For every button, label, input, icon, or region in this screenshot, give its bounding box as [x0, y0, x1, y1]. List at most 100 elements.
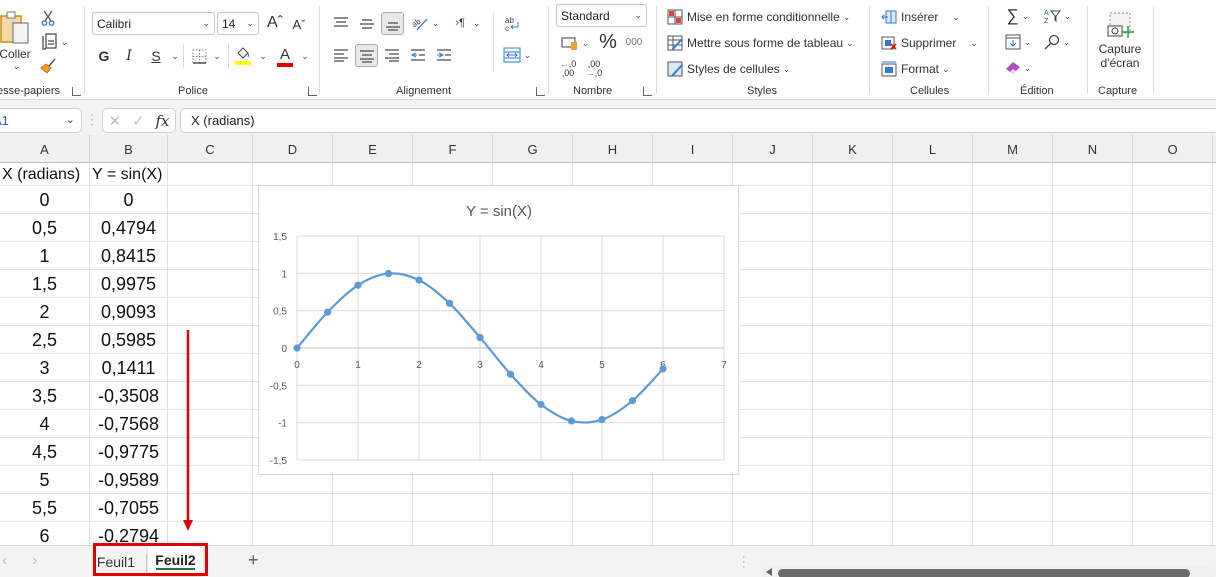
empty-cell[interactable]: [893, 354, 973, 382]
empty-cell[interactable]: [1053, 466, 1133, 494]
data-point[interactable]: [506, 370, 515, 378]
empty-cell[interactable]: [1053, 242, 1133, 270]
empty-cell[interactable]: [893, 466, 973, 494]
empty-cell[interactable]: [253, 522, 333, 545]
empty-cell[interactable]: [733, 466, 813, 494]
cell-y-value[interactable]: -0,7055: [90, 494, 168, 522]
empty-cell[interactable]: [1133, 522, 1213, 545]
cell-y-value[interactable]: -0,2794: [90, 522, 168, 545]
cell-y-value[interactable]: -0,9775: [90, 438, 168, 466]
data-point[interactable]: [567, 417, 576, 425]
scroll-tabs-right-icon[interactable]: ›: [32, 552, 37, 570]
empty-cell[interactable]: [733, 163, 813, 186]
borders-chevron-icon[interactable]: ⌄: [211, 48, 223, 64]
fill-color-chevron-icon[interactable]: ⌄: [257, 48, 269, 64]
cell-x-value[interactable]: 1,5: [0, 270, 90, 298]
horizontal-scrollbar[interactable]: [762, 566, 1216, 577]
empty-cell[interactable]: [973, 438, 1053, 466]
empty-cell[interactable]: [973, 354, 1053, 382]
alignment-launcher-icon[interactable]: [536, 87, 545, 96]
empty-cell[interactable]: [813, 438, 893, 466]
data-point[interactable]: [628, 397, 637, 405]
empty-cell[interactable]: [333, 163, 413, 186]
align-right-button[interactable]: [381, 44, 403, 66]
empty-cell[interactable]: [573, 163, 653, 186]
empty-cell[interactable]: [733, 186, 813, 214]
empty-cell[interactable]: [973, 382, 1053, 410]
cell-y-value[interactable]: -0,3508: [90, 382, 168, 410]
column-header-g[interactable]: G: [493, 135, 573, 163]
empty-cell[interactable]: [1053, 186, 1133, 214]
font-color-chevron-icon[interactable]: ⌄: [299, 48, 311, 64]
empty-cell[interactable]: [733, 242, 813, 270]
cell-x-value[interactable]: 0,5: [0, 214, 90, 242]
bold-button[interactable]: G: [94, 45, 114, 67]
empty-cell[interactable]: [893, 410, 973, 438]
empty-cell[interactable]: [653, 522, 733, 545]
empty-cell[interactable]: [893, 163, 973, 186]
cell-styles-button[interactable]: Styles de cellules ⌄: [667, 59, 790, 79]
empty-cell[interactable]: [893, 326, 973, 354]
empty-cell[interactable]: [168, 494, 253, 522]
empty-cell[interactable]: [168, 522, 253, 545]
empty-cell[interactable]: [1053, 494, 1133, 522]
column-header-k[interactable]: K: [813, 135, 893, 163]
tab-split-grip-icon[interactable]: · · ·: [742, 552, 746, 573]
empty-cell[interactable]: [893, 494, 973, 522]
cell-y-value[interactable]: 0,5985: [90, 326, 168, 354]
empty-cell[interactable]: [813, 382, 893, 410]
cell-x-value[interactable]: 5,5: [0, 494, 90, 522]
empty-cell[interactable]: [1133, 410, 1213, 438]
empty-cell[interactable]: [893, 298, 973, 326]
data-point[interactable]: [354, 281, 362, 289]
empty-cell[interactable]: [973, 326, 1053, 354]
empty-cell[interactable]: [813, 522, 893, 545]
empty-cell[interactable]: [813, 354, 893, 382]
empty-cell[interactable]: [973, 186, 1053, 214]
fill-button[interactable]: ⌄: [1001, 32, 1035, 52]
empty-cell[interactable]: [813, 270, 893, 298]
data-point[interactable]: [598, 415, 606, 424]
empty-cell[interactable]: [1053, 326, 1133, 354]
font-size-select[interactable]: 14 ⌄: [217, 12, 259, 35]
empty-cell[interactable]: [1053, 163, 1133, 186]
cancel-icon[interactable]: ✕: [108, 112, 121, 130]
column-header-b[interactable]: B: [90, 135, 168, 163]
empty-cell[interactable]: [333, 522, 413, 545]
orientation-button[interactable]: ab ⌄: [408, 12, 442, 34]
increase-indent-button[interactable]: [433, 44, 455, 66]
thousands-separator-button[interactable]: 000: [623, 33, 645, 51]
screen-capture-button[interactable]: Capture d'écran: [1092, 6, 1148, 76]
cell-x-value[interactable]: 5: [0, 466, 90, 494]
empty-cell[interactable]: [813, 186, 893, 214]
align-middle-button[interactable]: [356, 12, 378, 34]
empty-cell[interactable]: [168, 214, 253, 242]
scroll-left-arrow-icon[interactable]: [766, 568, 772, 576]
paste-button[interactable]: Coller ⌄: [0, 6, 34, 76]
column-header-l[interactable]: L: [893, 135, 973, 163]
cell-x-value[interactable]: 2: [0, 298, 90, 326]
data-point[interactable]: [537, 400, 545, 409]
cell-x-value[interactable]: 3,5: [0, 382, 90, 410]
empty-cell[interactable]: [333, 494, 413, 522]
insert-function-icon[interactable]: fx: [156, 112, 170, 130]
empty-cell[interactable]: [893, 214, 973, 242]
empty-cell[interactable]: [1133, 382, 1213, 410]
empty-cell[interactable]: [168, 298, 253, 326]
empty-cell[interactable]: [733, 438, 813, 466]
wrap-text-button[interactable]: ab c: [500, 12, 524, 36]
empty-cell[interactable]: [893, 382, 973, 410]
empty-cell[interactable]: [1053, 382, 1133, 410]
empty-cell[interactable]: [1133, 466, 1213, 494]
empty-cell[interactable]: [168, 466, 253, 494]
column-header-a[interactable]: A: [0, 135, 90, 163]
cell-y-value[interactable]: -0,7568: [90, 410, 168, 438]
empty-cell[interactable]: [733, 270, 813, 298]
italic-button[interactable]: I: [119, 45, 139, 67]
empty-cell[interactable]: [493, 163, 573, 186]
number-launcher-icon[interactable]: [643, 87, 652, 96]
empty-cell[interactable]: [1133, 242, 1213, 270]
empty-cell[interactable]: [733, 214, 813, 242]
clipboard-launcher-icon[interactable]: [72, 87, 81, 96]
empty-cell[interactable]: [1133, 298, 1213, 326]
